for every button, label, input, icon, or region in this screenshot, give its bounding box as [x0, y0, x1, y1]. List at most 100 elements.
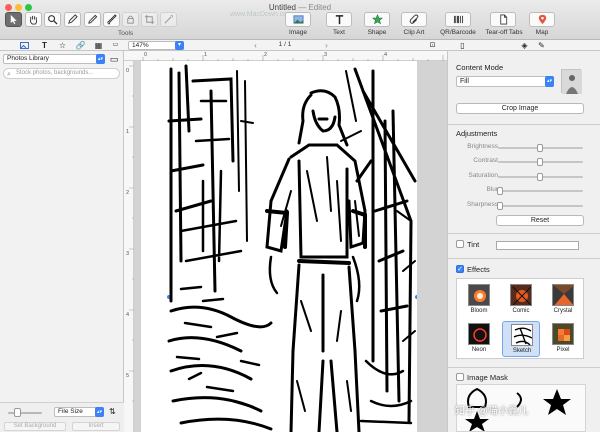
- hand-tool-button[interactable]: [25, 12, 42, 27]
- slider-knob[interactable]: [14, 408, 21, 417]
- insert-qr-label: QR/Barcode: [440, 29, 476, 36]
- effect-name: Sketch: [512, 348, 532, 354]
- brush-tool-button[interactable]: [103, 12, 120, 27]
- crop-icon: [144, 14, 155, 25]
- effects-checkbox[interactable]: ✓: [456, 265, 464, 273]
- edited-indicator: — Edited: [298, 3, 332, 12]
- insert-button[interactable]: Insert: [72, 422, 120, 431]
- chevron-updown-icon: ▴▾: [96, 54, 105, 64]
- select-tool-button[interactable]: [5, 12, 22, 27]
- lock-tool-button[interactable]: [122, 12, 139, 27]
- effect-thumbnail: [511, 324, 533, 346]
- photos-tab-icon[interactable]: [20, 41, 29, 50]
- tint-label: Tint: [467, 240, 480, 249]
- contrast-knob[interactable]: [537, 158, 543, 166]
- source-value: Photos Library: [7, 55, 49, 62]
- ruler-number: 5: [126, 373, 130, 379]
- insert-text-button[interactable]: [326, 12, 352, 27]
- brush-icon: [107, 14, 117, 25]
- more-tab-icon[interactable]: ▭: [111, 41, 120, 50]
- insert-tearoff-button[interactable]: [490, 12, 516, 27]
- ruler-number: 4: [126, 312, 130, 318]
- fit-page-icon[interactable]: ⊡: [428, 41, 437, 50]
- insert-image-label: Image: [288, 29, 308, 36]
- file-size-select[interactable]: File Size ▴▾: [54, 407, 104, 417]
- wand-tool-button[interactable]: [160, 12, 177, 27]
- effect-name: Bloom: [470, 308, 488, 314]
- pen-tool-button[interactable]: [64, 12, 81, 27]
- effect-comic[interactable]: Comic: [502, 282, 540, 318]
- media-browser-panel: Photos Library ▴▾ ▭ ⌕ Stock photos, backgr…: [0, 51, 124, 432]
- divider: [448, 124, 600, 125]
- effect-pixel[interactable]: Pixel: [544, 321, 582, 357]
- insert-text-label: Text: [333, 29, 345, 36]
- folder-icon[interactable]: ▭: [108, 54, 120, 64]
- search-input[interactable]: ⌕ Stock photos, backgrounds...: [3, 68, 120, 79]
- pen-inspector-icon[interactable]: ✎: [537, 41, 546, 50]
- tint-color-well[interactable]: [496, 241, 579, 250]
- barcode-icon: [453, 15, 463, 24]
- zoom-tool-button[interactable]: [44, 12, 61, 27]
- image-mask-checkbox[interactable]: [456, 373, 464, 381]
- horizontal-ruler: 0 1 2 3 4: [124, 51, 447, 61]
- previous-page-icon[interactable]: ‹: [251, 41, 260, 50]
- sharpness-knob[interactable]: [497, 202, 503, 210]
- insert-qr-button[interactable]: [445, 12, 471, 27]
- insert-clipart-button[interactable]: [401, 12, 427, 27]
- brightness-label: Brightness: [467, 143, 498, 150]
- source-select[interactable]: Photos Library ▴▾: [3, 54, 105, 64]
- image-mask-label: Image Mask: [467, 373, 508, 382]
- set-background-button[interactable]: Set Background: [4, 422, 66, 431]
- blur-slider[interactable]: [498, 190, 583, 192]
- sharpness-slider[interactable]: [498, 205, 583, 207]
- crop-image-button[interactable]: Crop Image: [456, 103, 584, 114]
- reset-button[interactable]: Reset: [496, 215, 584, 226]
- insert-map-button[interactable]: [529, 12, 555, 27]
- watermark-text: 知乎 @喵小鑫儿: [455, 406, 528, 417]
- insert-map-label: Map: [535, 29, 549, 36]
- layers-inspector-icon[interactable]: ◈: [520, 41, 529, 50]
- content-mode-select[interactable]: Fill ▴▾: [456, 76, 554, 87]
- search-placeholder: Stock photos, backgrounds...: [16, 70, 94, 76]
- sketch-photo[interactable]: [141, 61, 417, 432]
- lock-icon: [127, 15, 134, 24]
- ruler-number: 2: [264, 52, 268, 58]
- crop-tool-button[interactable]: [141, 12, 158, 27]
- blur-knob[interactable]: [497, 187, 503, 195]
- effect-name: Pixel: [556, 347, 570, 353]
- divider: [448, 367, 600, 368]
- effects-label: Effects: [467, 265, 490, 274]
- insert-tearoff-label: Tear-off Tabs: [485, 29, 523, 36]
- insert-image-button[interactable]: [285, 12, 311, 27]
- pencil-tool-button[interactable]: [84, 12, 101, 27]
- insert-shape-button[interactable]: [364, 12, 390, 27]
- effect-thumbnail: [552, 284, 574, 306]
- image-icon: [292, 15, 304, 24]
- brightness-knob[interactable]: [537, 144, 543, 152]
- adjustments-heading: Adjustments: [456, 129, 498, 138]
- wand-icon: [164, 14, 174, 24]
- ruler-number: 0: [144, 52, 148, 58]
- zoom-select[interactable]: 147% ▾: [128, 41, 184, 50]
- text-tab-icon[interactable]: T: [40, 41, 49, 50]
- divider: [448, 233, 600, 234]
- document-page[interactable]: [141, 61, 417, 432]
- effect-bloom[interactable]: Bloom: [460, 282, 498, 318]
- next-page-icon[interactable]: ›: [322, 41, 331, 50]
- pencil-icon: [88, 14, 98, 24]
- chevron-updown-icon: ▴▾: [95, 407, 104, 417]
- saturation-label: Saturation: [468, 172, 498, 179]
- qr-tab-icon[interactable]: ▦: [94, 41, 103, 50]
- saturation-knob[interactable]: [537, 173, 543, 181]
- tint-checkbox[interactable]: [456, 240, 464, 248]
- effect-sketch[interactable]: Sketch: [502, 321, 540, 357]
- effect-name: Comic: [512, 308, 530, 314]
- document-inspector-icon[interactable]: ▯: [458, 41, 467, 50]
- chevron-updown-icon: ▴▾: [545, 76, 554, 87]
- effect-neon[interactable]: Neon: [460, 321, 498, 357]
- text-icon: [335, 15, 343, 25]
- effect-crystal[interactable]: Crystal: [544, 282, 582, 318]
- sort-icon[interactable]: ⇅: [109, 407, 116, 416]
- clipart-tab-icon[interactable]: 🔗: [76, 41, 86, 50]
- shapes-tab-icon[interactable]: ☆: [58, 41, 67, 50]
